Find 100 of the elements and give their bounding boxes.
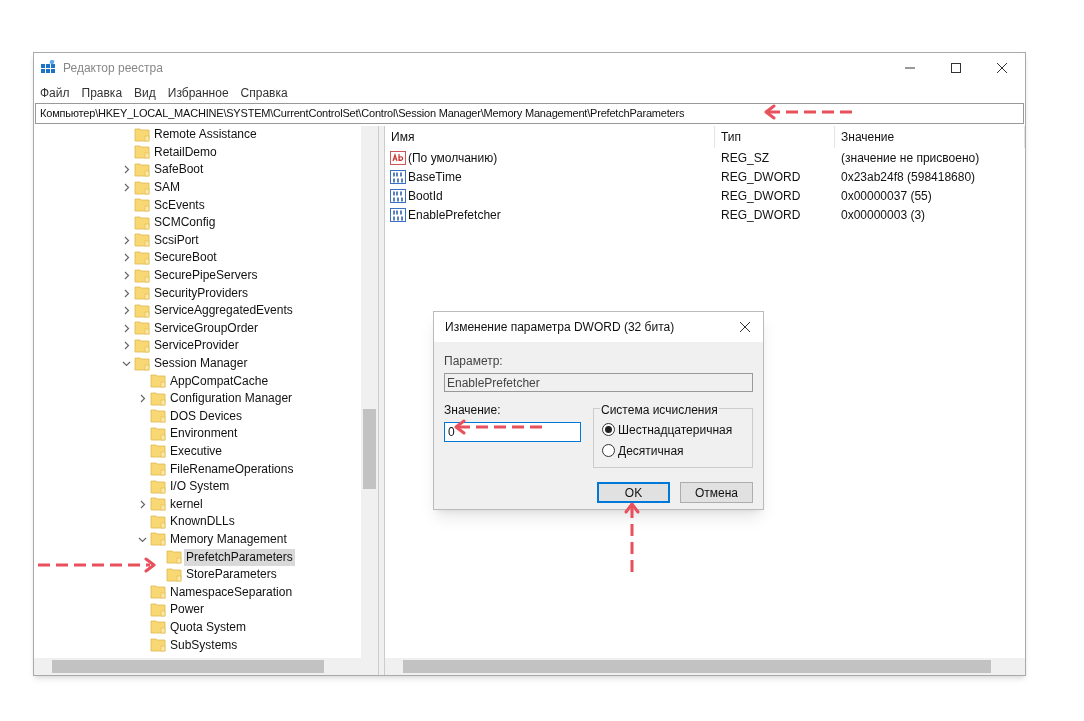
value-data: (значение не присвоено) xyxy=(840,149,981,167)
radio-label[interactable]: Шестнадцатеричная xyxy=(618,420,733,439)
tree-item[interactable]: Remote Assistance xyxy=(152,126,259,144)
tree-item[interactable]: ServiceProvider xyxy=(152,337,241,355)
value-type: REG_DWORD xyxy=(720,168,802,186)
tree-item[interactable]: AppCompatCache xyxy=(168,372,271,390)
horizontal-scrollbar[interactable] xyxy=(34,658,378,675)
tree-item[interactable]: DOS Devices xyxy=(168,407,245,425)
chevron-right-icon[interactable] xyxy=(138,394,147,404)
tree-item[interactable]: StoreParameters xyxy=(184,566,279,584)
tree-item[interactable]: kernel xyxy=(168,495,205,513)
tree-item[interactable]: SCMConfig xyxy=(152,214,218,232)
radio-button[interactable] xyxy=(602,444,615,457)
dialog-button[interactable]: OK xyxy=(597,482,670,503)
tree-item[interactable]: Environment xyxy=(168,425,240,443)
tree-item[interactable]: SecurePipeServers xyxy=(152,267,260,285)
folder-icon xyxy=(134,162,150,178)
folder-icon xyxy=(150,619,166,636)
menu-item[interactable]: Справка xyxy=(240,84,288,102)
folder-icon xyxy=(134,249,150,266)
column-header[interactable]: Тип xyxy=(715,126,835,148)
tree-item[interactable]: PrefetchParameters xyxy=(184,548,295,566)
folder-icon xyxy=(134,144,150,161)
folder-icon xyxy=(134,197,150,214)
tree-item[interactable]: Session Manager xyxy=(152,355,250,372)
horizontal-scrollbar[interactable] xyxy=(385,658,1025,675)
value-data: 0x00000037 (55) xyxy=(840,187,933,205)
tree-item[interactable]: FileRenameOperations xyxy=(168,460,296,478)
column-header[interactable]: Имя xyxy=(385,126,715,148)
folder-icon xyxy=(134,179,150,196)
tree-item[interactable]: SAM xyxy=(152,179,182,197)
folder-icon xyxy=(134,355,150,372)
tree-item[interactable]: Configuration Manager xyxy=(168,390,295,408)
folder-icon xyxy=(134,302,150,319)
value-type: REG_DWORD xyxy=(720,206,802,224)
folder-icon xyxy=(150,531,166,548)
binary-value-icon xyxy=(390,169,406,184)
menu-item[interactable]: Правка xyxy=(81,84,123,102)
tree-item[interactable]: SecurityProviders xyxy=(152,284,251,302)
column-header[interactable]: Значение xyxy=(835,126,1025,148)
radio-button[interactable] xyxy=(602,423,615,436)
folder-icon xyxy=(134,285,150,302)
folder-icon xyxy=(150,601,166,618)
vertical-scrollbar[interactable] xyxy=(361,126,378,658)
folder-icon xyxy=(150,637,166,653)
string-value-icon xyxy=(390,150,406,165)
tree-item[interactable]: RetailDemo xyxy=(152,143,219,161)
value-field[interactable]: 0 xyxy=(444,422,581,442)
tree-item[interactable]: SubSystems xyxy=(168,636,240,654)
field-label: Значение: xyxy=(444,403,501,417)
address-bar[interactable]: Компьютер\HKEY_LOCAL_MACHINE\SYSTEM\CurrentControlSet\Control\Session Manager\Memory Management\PrefetchParameters xyxy=(35,103,1024,124)
value-name[interactable]: EnablePrefetcher xyxy=(408,205,501,224)
close-icon[interactable] xyxy=(739,321,751,333)
menu-item[interactable]: Файл xyxy=(40,84,70,102)
folder-icon xyxy=(150,513,166,530)
tree-item[interactable]: ServiceGroupOrder xyxy=(152,319,261,337)
menu-item[interactable]: Вид xyxy=(134,84,156,102)
tree-item[interactable]: I/O System xyxy=(168,478,232,496)
folder-icon xyxy=(150,408,166,425)
folder-icon xyxy=(166,549,182,566)
folder-icon xyxy=(134,126,150,143)
folder-icon xyxy=(134,337,150,354)
tree-item[interactable]: SecureBoot xyxy=(152,249,219,267)
value-data: 0x23ab24f8 (598418680) xyxy=(840,168,977,186)
value-name[interactable]: BaseTime xyxy=(408,167,462,186)
folder-icon xyxy=(134,320,150,337)
tree-item[interactable]: Executive xyxy=(168,443,225,460)
parameter-name-field: EnablePrefetcher xyxy=(444,373,753,392)
folder-icon xyxy=(150,425,166,442)
value-data: 0x00000003 (3) xyxy=(840,206,927,224)
folder-icon xyxy=(134,267,150,284)
tree-item[interactable]: Memory Management xyxy=(168,530,289,548)
folder-icon xyxy=(134,214,150,231)
folder-icon xyxy=(150,478,166,495)
tree-item[interactable]: Power xyxy=(168,601,206,619)
tree-item[interactable]: Quota System xyxy=(168,618,249,636)
dialog-button[interactable]: Отмена xyxy=(680,482,753,503)
chevron-down-icon[interactable] xyxy=(122,359,131,368)
dialog-title: Изменение параметра DWORD (32 бита) xyxy=(445,319,676,336)
folder-icon xyxy=(150,461,166,478)
folder-icon xyxy=(150,584,166,601)
tree-item[interactable]: KnownDLLs xyxy=(168,513,237,531)
folder-icon xyxy=(150,390,166,407)
folder-icon xyxy=(150,496,166,513)
tree-item[interactable]: ScEvents xyxy=(152,196,207,214)
radio-label[interactable]: Десятичная xyxy=(618,441,684,460)
binary-value-icon xyxy=(390,188,406,203)
window-title: Редактор реестра xyxy=(63,60,163,77)
tree-item[interactable]: NamespaceSeparation xyxy=(168,583,295,601)
tree-item[interactable]: ScsiPort xyxy=(152,231,201,249)
field-label: Параметр: xyxy=(444,354,503,368)
menu-item[interactable]: Избранное xyxy=(167,84,229,102)
value-type: REG_SZ xyxy=(720,149,770,167)
tree-item[interactable]: SafeBoot xyxy=(152,161,206,179)
folder-icon xyxy=(150,373,166,390)
chevron-right-icon[interactable] xyxy=(138,499,147,509)
value-name[interactable]: BootId xyxy=(408,186,443,205)
folder-icon xyxy=(150,443,166,460)
value-name[interactable]: (По умолчанию) xyxy=(408,148,498,167)
tree-item[interactable]: ServiceAggregatedEvents xyxy=(152,302,295,320)
